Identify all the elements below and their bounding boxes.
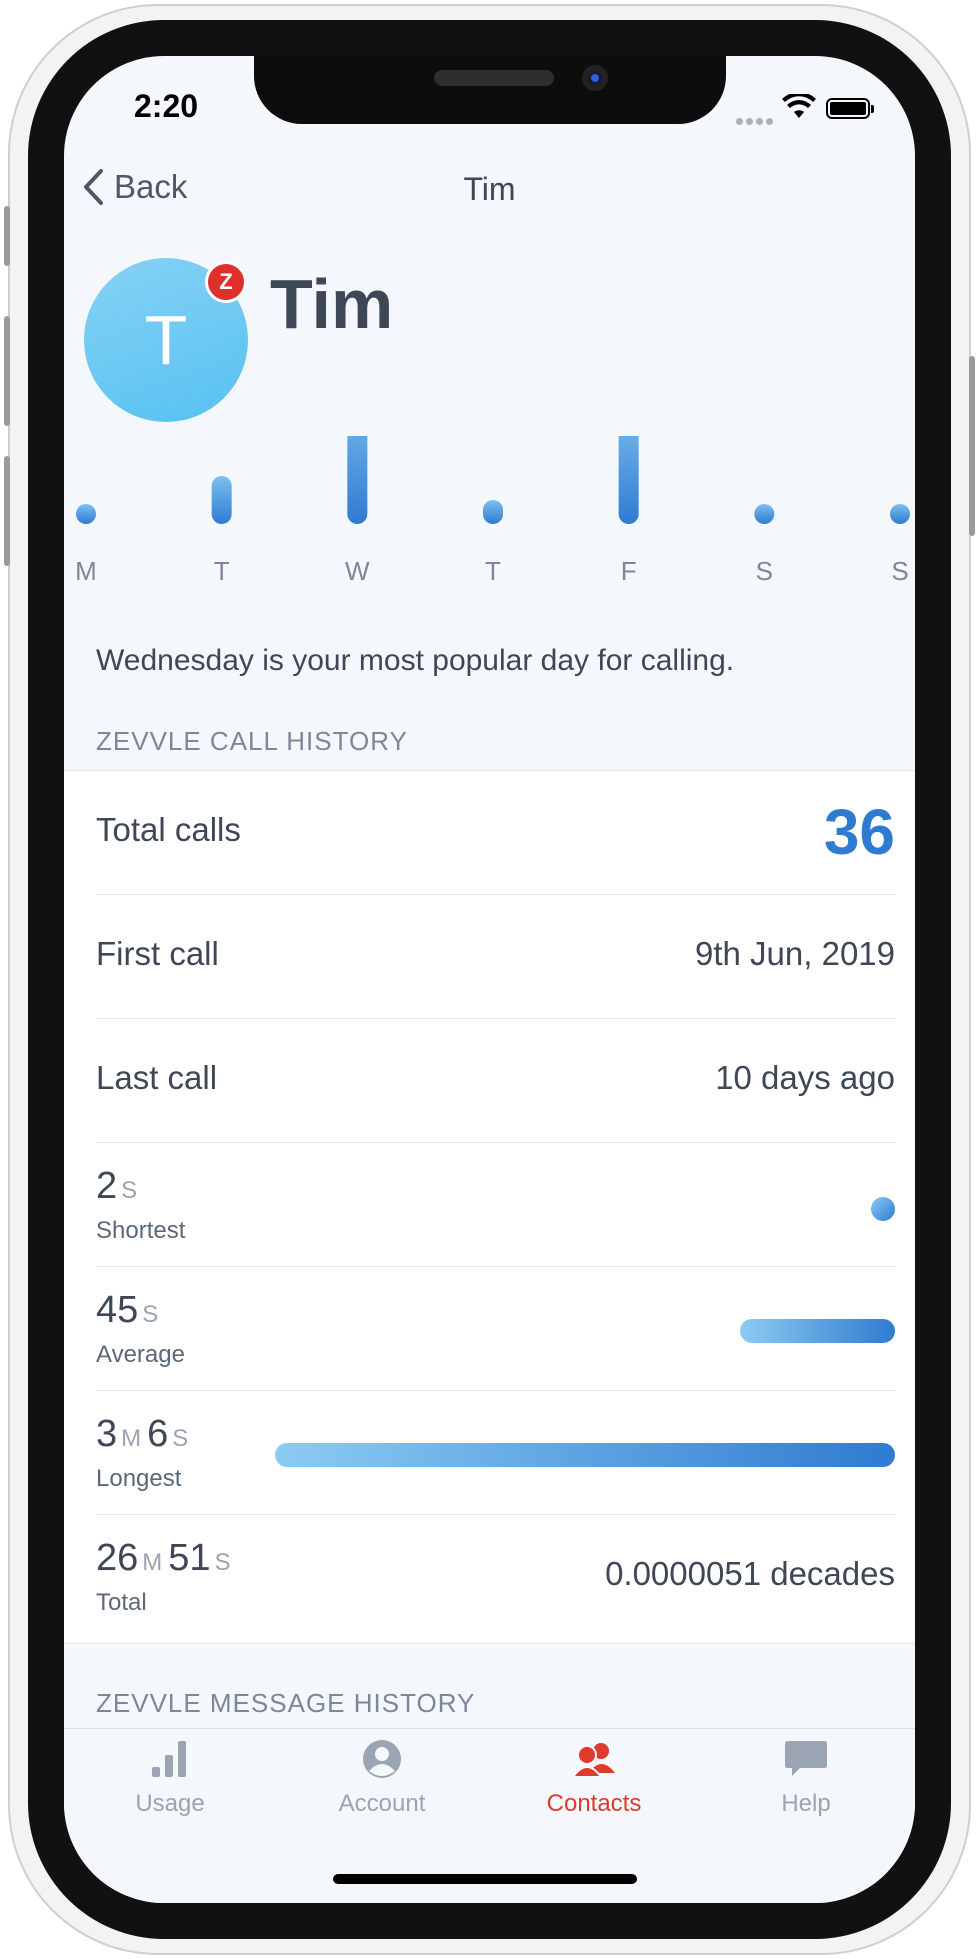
day-label-1: T: [214, 556, 230, 586]
last-call-value: 10 days ago: [715, 1059, 895, 1096]
first-call-row: First call 9th Jun, 2019: [96, 895, 895, 1019]
longest-duration-bar: [275, 1443, 895, 1467]
total-calls-label: Total calls: [96, 811, 241, 848]
total-calls-row: Total calls 36: [96, 771, 895, 895]
day-label-4: F: [621, 556, 637, 586]
average-call-row: 45 S Average: [96, 1267, 895, 1391]
bar-chart-icon: [152, 1741, 186, 1777]
shortest-duration-bar: [871, 1197, 895, 1221]
total-decades-value: 0.0000051 decades: [605, 1555, 895, 1592]
shortest-duration: 2S: [96, 1165, 143, 1208]
longest-duration: 3M6S: [96, 1413, 194, 1456]
message-history-heading: ZEVVLE MESSAGE HISTORY: [96, 1688, 476, 1718]
wifi-icon: [782, 94, 816, 118]
last-call-row: Last call 10 days ago: [96, 1019, 895, 1143]
first-call-value: 9th Jun, 2019: [695, 935, 895, 972]
day-label-3: T: [485, 556, 501, 586]
day-bar-2: [347, 436, 368, 524]
day-label-6: S: [891, 556, 908, 586]
call-history-card: Total calls 36 First call 9th Jun, 2019 …: [64, 770, 915, 1644]
minutes-unit: M: [121, 1425, 142, 1452]
average-label: Average: [96, 1341, 185, 1368]
chat-bubble-icon: [785, 1741, 827, 1776]
longest-label: Longest: [96, 1465, 182, 1492]
longest-seconds: 6: [147, 1413, 169, 1455]
volume-up-button: [4, 316, 10, 426]
day-bar-1: [211, 476, 232, 524]
shortest-call-row: 2S Shortest: [96, 1143, 895, 1267]
total-duration-row: 26 M 51 S Total 0.0000051 decades: [96, 1515, 895, 1638]
seconds-unit: S: [121, 1177, 138, 1204]
day-label-0: M: [75, 556, 97, 586]
day-bar-6: [890, 504, 910, 524]
tab-account[interactable]: Account: [276, 1739, 488, 1818]
status-time: 2:20: [134, 88, 199, 124]
home-indicator: [333, 1874, 637, 1884]
day-bar-5: [754, 504, 775, 524]
tab-contacts[interactable]: Contacts: [488, 1739, 700, 1818]
last-call-label: Last call: [96, 1059, 218, 1096]
day-bar-3: [483, 500, 503, 524]
tab-contacts-label: Contacts: [546, 1790, 642, 1817]
tab-usage-label: Usage: [135, 1790, 205, 1817]
tab-usage[interactable]: Usage: [64, 1739, 276, 1818]
day-bar-0: [76, 504, 96, 524]
total-seconds: 51: [168, 1537, 211, 1579]
minutes-unit: M: [142, 1549, 163, 1576]
person-circle-icon: [363, 1740, 401, 1778]
screen: 2:20 Back Tim T Z Tim MTWTFSS Wednesday …: [64, 56, 915, 1903]
first-call-label: First call: [96, 935, 219, 972]
tab-account-label: Account: [338, 1790, 426, 1817]
average-duration-bar: [740, 1319, 895, 1343]
day-label-5: S: [756, 556, 773, 586]
contacts-icon: [571, 1743, 615, 1778]
day-label-2: W: [345, 556, 370, 586]
longest-call-row: 3M6S Longest: [96, 1391, 895, 1515]
seconds-unit: S: [172, 1425, 189, 1452]
front-camera: [582, 65, 608, 91]
seconds-unit: S: [142, 1301, 159, 1328]
shortest-label: Shortest: [96, 1217, 186, 1244]
volume-down-button: [4, 456, 10, 566]
chart-caption: Wednesday is your most popular day for c…: [96, 644, 735, 677]
total-duration: 26 M 51 S: [96, 1537, 237, 1580]
average-seconds: 45: [96, 1289, 139, 1331]
page-title: Tim: [463, 171, 516, 207]
notch: [254, 56, 726, 124]
total-label: Total: [96, 1589, 147, 1616]
tab-help[interactable]: Help: [700, 1739, 912, 1818]
total-minutes: 26: [96, 1537, 139, 1579]
contact-name: Tim: [270, 265, 394, 343]
power-button: [969, 356, 975, 536]
day-bar-4: [618, 436, 639, 524]
total-calls-value: 36: [823, 796, 895, 868]
badge-letter: Z: [219, 269, 233, 294]
mute-switch: [4, 206, 10, 266]
signal-dots-icon: [736, 112, 776, 130]
zevvle-badge-icon: Z: [205, 261, 247, 303]
battery-icon: [826, 98, 874, 119]
speaker: [434, 70, 554, 86]
longest-minutes: 3: [96, 1413, 118, 1455]
call-history-heading: ZEVVLE CALL HISTORY: [96, 726, 408, 756]
shortest-seconds: 2: [96, 1165, 118, 1207]
average-duration: 45 S: [96, 1289, 164, 1332]
tab-help-label: Help: [781, 1790, 831, 1817]
avatar-initial: T: [144, 301, 188, 379]
seconds-unit: S: [214, 1549, 231, 1576]
